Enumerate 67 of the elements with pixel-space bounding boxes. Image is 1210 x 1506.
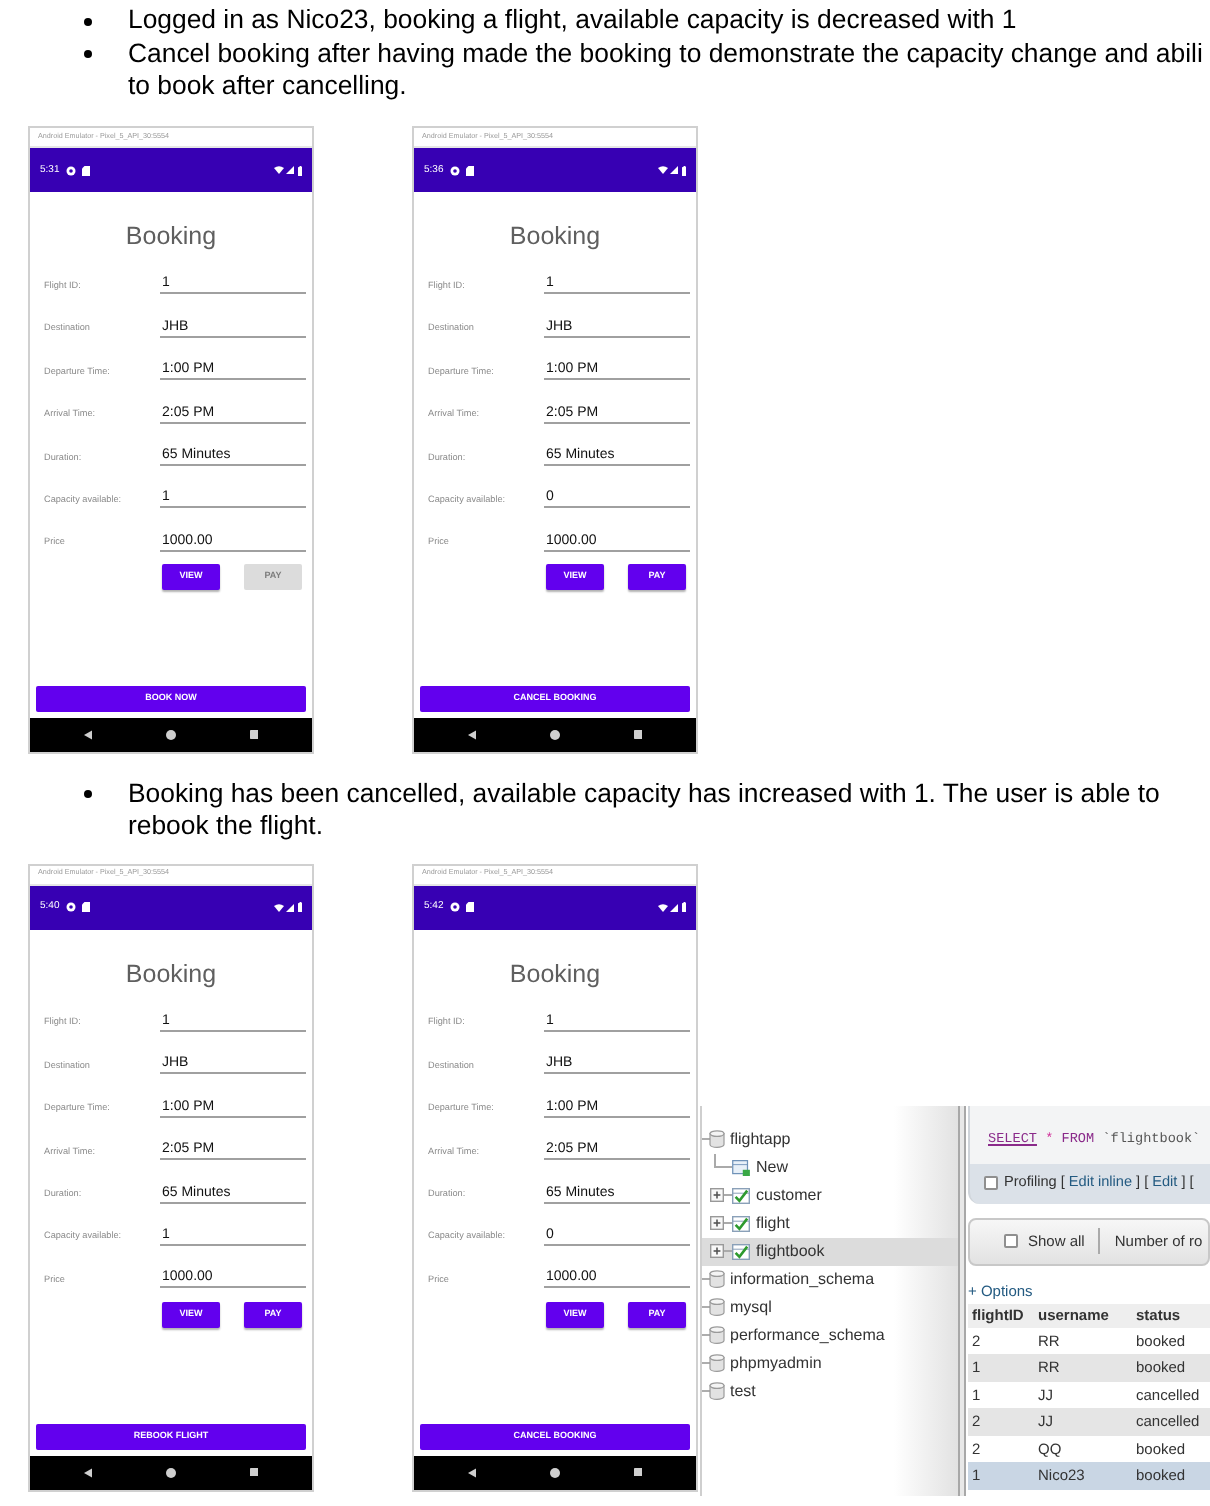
home-icon[interactable] [549, 730, 560, 740]
database-icon [702, 1354, 726, 1372]
back-icon[interactable] [468, 1467, 476, 1477]
table-icon [732, 1243, 750, 1259]
bullet-icon [84, 17, 92, 25]
ring-icon [449, 165, 460, 175]
bullet-text: Booking has been cancelled, available capacity has increased with 1. The user is able to rebook the flight. [128, 777, 1160, 843]
recents-icon[interactable] [249, 1467, 258, 1477]
battery-icon [297, 902, 302, 912]
ring-icon [65, 165, 76, 175]
tree-item[interactable]: flightapp [702, 1125, 958, 1153]
checkbox[interactable] [984, 1176, 998, 1190]
home-icon[interactable] [549, 1467, 560, 1477]
tree-item[interactable]: New [702, 1153, 958, 1181]
database-icon [702, 1130, 726, 1148]
tree-item[interactable]: customer [702, 1181, 958, 1209]
battery-icon [681, 165, 686, 175]
tree-item[interactable]: information_schema [702, 1265, 958, 1293]
signal-icon [286, 903, 294, 911]
signal-icon [286, 166, 294, 174]
battery-icon [681, 902, 686, 912]
back-icon[interactable] [84, 730, 92, 740]
screen-title: Booking [509, 959, 601, 987]
expand-icon[interactable] [710, 1244, 724, 1258]
recents-icon[interactable] [249, 730, 258, 740]
table-icon [732, 1215, 750, 1231]
checkbox[interactable] [1004, 1234, 1018, 1248]
screen-title: Booking [125, 222, 217, 250]
home-icon[interactable] [165, 1467, 176, 1477]
screen-title: Booking [509, 222, 601, 250]
home-icon[interactable] [165, 730, 176, 740]
back-icon[interactable] [84, 1467, 92, 1477]
sd-card-icon [465, 902, 474, 912]
wifi-icon [657, 166, 667, 174]
sd-card-icon [81, 165, 90, 175]
screen-title: Booking [125, 959, 217, 987]
recents-icon[interactable] [633, 730, 642, 740]
tree-item[interactable]: mysql [702, 1293, 958, 1321]
sd-card-icon [81, 902, 90, 912]
expand-icon[interactable] [710, 1216, 724, 1230]
database-icon [702, 1298, 726, 1316]
table-icon [732, 1187, 750, 1203]
new-table-icon [732, 1159, 750, 1175]
signal-icon [670, 903, 678, 911]
bullet-text: Logged in as Nico23, booking a flight, available capacity is decreased with 1 [128, 4, 1017, 37]
tree-item[interactable]: flightbook [702, 1237, 958, 1265]
bullet-icon [84, 790, 92, 798]
database-icon [702, 1326, 726, 1344]
expand-icon[interactable] [710, 1188, 724, 1202]
back-icon[interactable] [468, 730, 476, 740]
bullet-text: Cancel booking after having made the booking to demonstrate the capacity change and abili to book after cancelling. [128, 37, 1203, 103]
database-icon [702, 1382, 726, 1400]
tree-item[interactable]: phpmyadmin [702, 1349, 958, 1377]
bullet-icon [84, 50, 92, 58]
sd-card-icon [465, 165, 474, 175]
wifi-icon [273, 166, 283, 174]
tree-item[interactable]: performance_schema [702, 1321, 958, 1349]
wifi-icon [657, 903, 667, 911]
signal-icon [670, 166, 678, 174]
ring-icon [65, 902, 76, 912]
battery-icon [297, 165, 302, 175]
ring-icon [449, 902, 460, 912]
tree-item[interactable]: flight [702, 1209, 958, 1237]
database-icon [702, 1270, 726, 1288]
recents-icon[interactable] [633, 1467, 642, 1477]
tree-item[interactable]: test [702, 1377, 958, 1405]
wifi-icon [273, 903, 283, 911]
